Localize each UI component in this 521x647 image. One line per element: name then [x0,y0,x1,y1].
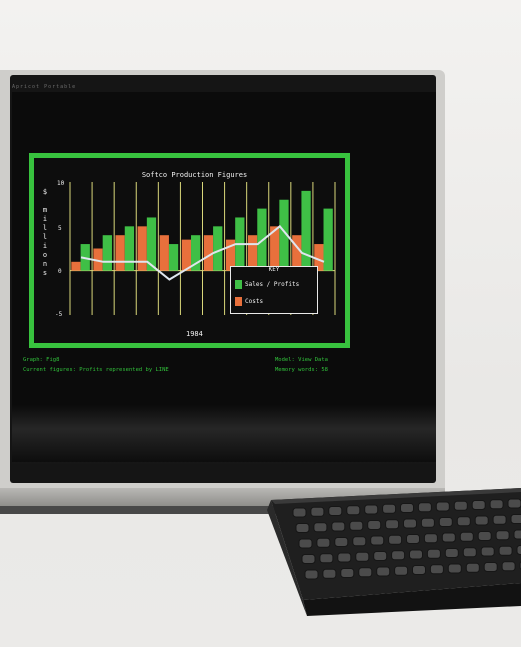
screen-reflection [12,405,436,465]
keyboard-key [292,507,307,518]
keyboard-key [483,562,498,572]
legend-sales-profits: Sales / Profits [245,281,300,288]
keyboard-key [474,515,489,526]
keyboard-key [313,522,328,533]
keyboard-key [367,520,382,530]
keyboard-key [394,565,409,576]
keyboard-key [465,562,480,573]
keyboard-key [406,534,420,544]
keyboard-key [412,565,426,575]
keyboard-key [364,504,379,515]
keyboard-key [391,550,406,561]
keyboard-key [441,532,456,543]
keyboard-key [459,531,474,542]
bar-costs [159,235,169,271]
keyboard-key [444,548,459,558]
keyboard-key [409,549,423,560]
bar-costs [181,239,192,271]
legend-swatch-costs [235,297,242,306]
keyboard-key [471,500,486,510]
keyboard-key [328,506,343,516]
keyboard-key [337,552,352,563]
keyboard-key [355,551,370,562]
keyboard-key [426,548,441,559]
keyboard-key [340,568,355,578]
keyboard-key [423,533,438,544]
keyboard-key [322,568,337,579]
keyboard-key [373,551,388,561]
bar-sales [102,235,112,271]
status-graph: Graph: Fig8 [23,357,60,363]
keyboard-key [346,505,361,516]
keyboard-key [301,554,316,564]
keyboard-key [331,521,346,532]
bar-sales [323,208,333,271]
keyboard-key [453,500,468,511]
keyboard-key [316,537,331,548]
keyboard-key [429,564,444,575]
keyboard-key [319,553,334,564]
keyboard-key [310,506,325,517]
bar-costs [115,235,125,271]
keyboard-key [477,531,492,541]
status-current-figures: Current figures: Profits represented by … [23,367,169,373]
keyboard-key [349,520,364,531]
keyboard-key [376,566,391,577]
bar-sales [124,226,135,271]
keyboard-key [358,567,373,578]
keyboard-key [298,538,313,549]
x-axis-label: 1984 [186,330,203,338]
keyboard-key [435,501,450,512]
bar-sales [213,226,223,271]
keyboard-key [382,503,397,514]
keyboard-key [388,534,403,545]
keyboard-key [370,535,385,546]
chart-legend: KEY Sales / Profits Costs [230,266,318,314]
legend-title: KEY [268,266,280,273]
bar-sales [301,190,311,271]
keyboard-key [385,519,400,530]
keyboard-key [516,545,521,555]
keyboard-key [420,517,435,528]
keyboard-key [403,518,417,529]
status-model: Model: View Data [275,357,328,363]
keyboard-key [498,545,513,556]
keyboard-key [438,517,453,527]
keyboard-key [334,537,349,547]
keyboard-key [492,514,507,525]
keyboard-key [507,498,521,509]
keyboard-key [400,503,414,513]
keyboard [267,488,521,616]
bar-costs [137,226,147,271]
bar-costs [71,261,81,271]
keyboard-key [480,546,495,557]
legend-costs: Costs [245,298,264,305]
keyboard-key [510,514,521,524]
keyboard-key [462,547,477,558]
keyboard-key [352,536,367,547]
status-memory: Memory words: 58 [275,367,328,373]
keyboard-key [495,530,510,541]
keyboard-key [447,563,462,574]
keyboard-key [513,529,521,540]
keyboard-key [456,516,471,527]
keyboard-key [489,499,504,510]
keyboard-key [501,561,516,572]
bar-sales [168,244,179,271]
keyboard-key [295,523,310,533]
keyboard-key [304,569,319,580]
legend-swatch-sales [235,280,242,289]
keyboard-key [417,502,432,513]
